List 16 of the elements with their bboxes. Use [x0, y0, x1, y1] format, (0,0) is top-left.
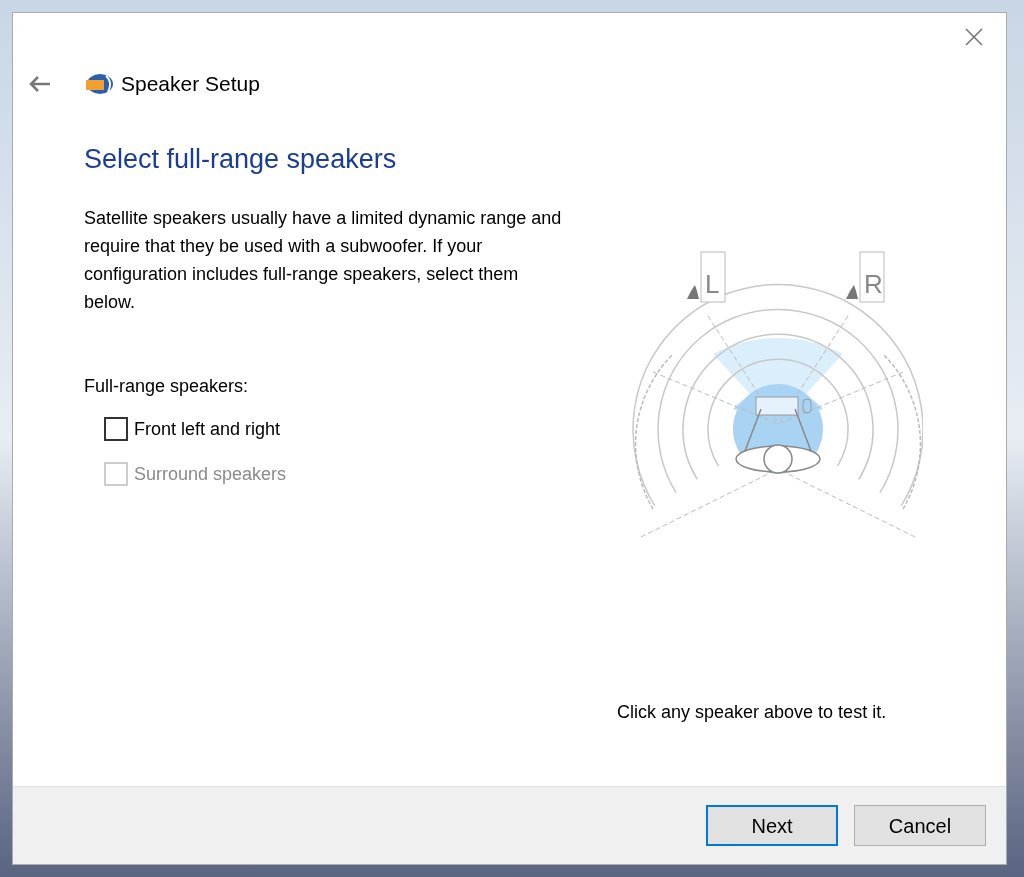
window-title: Speaker Setup	[121, 71, 260, 98]
speaker-label-frame	[700, 251, 726, 303]
speaker-label-frame	[859, 251, 885, 303]
description-text: Satellite speakers usually have a limited dynamic range and require that they be used with a subwoofer. If your configuration includes full-range speakers, select them below.	[84, 206, 563, 314]
dialog-button[interactable]: Next	[706, 805, 838, 846]
hint-text: Click any speaker above to test it.	[617, 701, 887, 724]
page-heading: Select full-range speakers	[84, 143, 398, 176]
dialog-button[interactable]: Cancel	[854, 805, 986, 846]
back-arrow-icon[interactable]	[29, 74, 53, 94]
app-logo-icon	[84, 72, 114, 96]
checkbox-label: Surround speakers	[134, 462, 287, 486]
checkbox-label: Front left and right	[134, 417, 281, 441]
speaker-label: L	[705, 269, 720, 299]
speaker-label: R	[864, 269, 883, 299]
checkbox[interactable]	[104, 417, 128, 441]
group-label: Full-range speakers:	[84, 374, 250, 398]
